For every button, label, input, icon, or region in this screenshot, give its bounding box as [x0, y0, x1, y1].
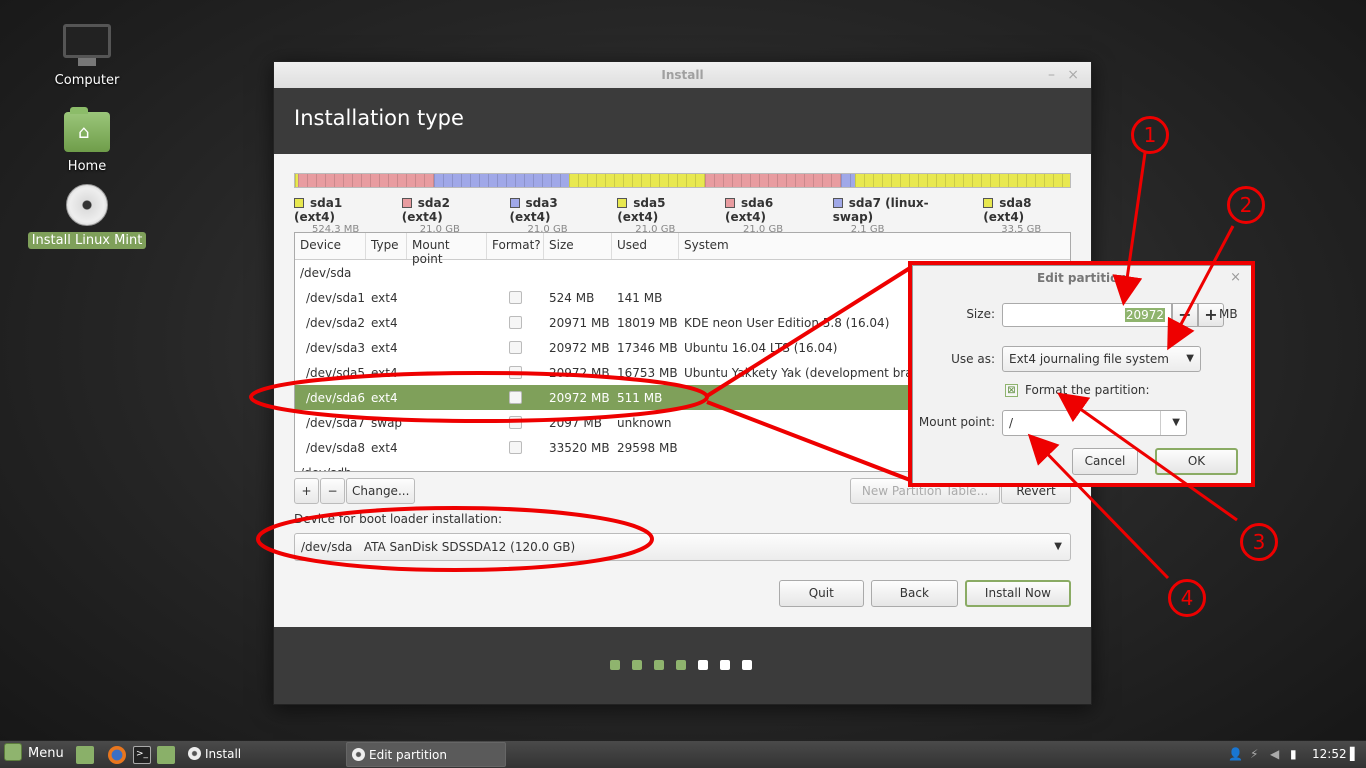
connector-line: [706, 400, 911, 482]
taskbar: Menu >_ Install Edit partition 👤 ⚡ ◀ ▮ 1…: [0, 740, 1366, 768]
notifications-icon[interactable]: ▌: [1350, 741, 1359, 768]
annotation-arrow-3: [1057, 392, 1238, 522]
terminal-icon[interactable]: >_: [133, 746, 151, 764]
task-install[interactable]: Install: [183, 742, 343, 767]
menu-label: Menu: [28, 746, 64, 761]
annotation-number: 4: [1168, 579, 1206, 617]
clock[interactable]: 12:52: [1312, 741, 1347, 768]
task-edit-partition[interactable]: Edit partition: [346, 742, 506, 767]
annotation-number: 2: [1227, 186, 1265, 224]
dialog-highlight-box: [908, 261, 1255, 487]
annotation-arrow-2: [1167, 225, 1235, 351]
disc-icon: [188, 747, 201, 760]
show-desktop-icon[interactable]: [76, 746, 94, 764]
annotation-number: 3: [1240, 523, 1278, 561]
mint-logo-icon: [4, 743, 22, 761]
files-icon[interactable]: [157, 746, 175, 764]
boot-highlight-ellipse: [256, 506, 654, 572]
network-icon[interactable]: ⚡: [1250, 741, 1258, 768]
annotation-arrow-1: [1112, 152, 1147, 306]
connector-line: [705, 266, 912, 398]
annotation-number: 1: [1131, 116, 1169, 154]
sda6-highlight-ellipse: [249, 371, 709, 423]
annotation-arrow-4: [1027, 433, 1170, 580]
firefox-icon[interactable]: [108, 746, 126, 764]
menu-button[interactable]: Menu: [4, 741, 64, 768]
battery-icon[interactable]: ▮: [1290, 741, 1297, 768]
volume-icon[interactable]: ◀: [1270, 741, 1279, 768]
annotation-overlay: [249, 152, 1255, 580]
disc-icon: [352, 748, 365, 761]
user-icon[interactable]: 👤: [1228, 741, 1243, 768]
